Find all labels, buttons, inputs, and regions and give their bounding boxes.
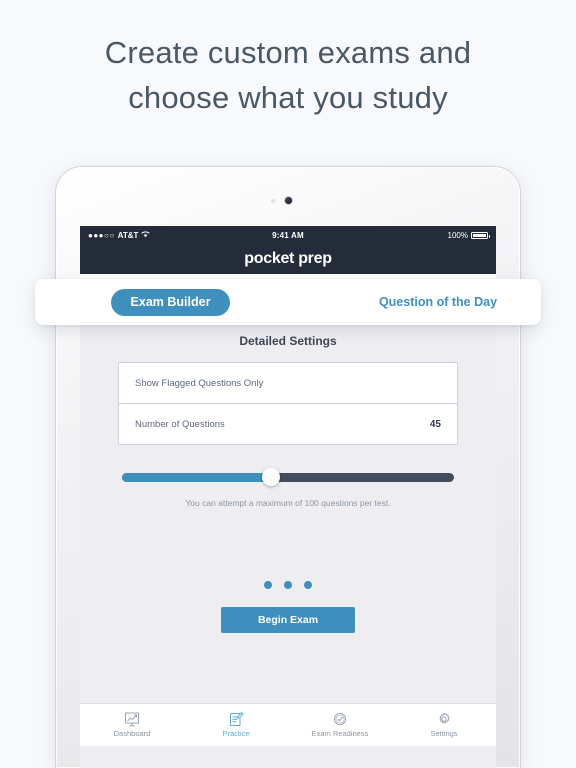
app-title: pocket prep [244, 250, 332, 267]
setting-row-flagged[interactable]: Show Flagged Questions Only [119, 363, 457, 403]
dashboard-chart-icon [124, 712, 140, 727]
setting-label: Show Flagged Questions Only [135, 377, 264, 389]
battery-full-icon [471, 231, 490, 239]
status-bar-time: 9:41 AM [272, 230, 304, 240]
setting-value: 45 [429, 418, 441, 430]
page-dot[interactable] [284, 581, 292, 589]
page-dot[interactable] [304, 581, 312, 589]
tab-label: Exam Readiness [311, 729, 369, 738]
main-content: Detailed Settings Show Flagged Questions… [80, 312, 496, 746]
slider-help-text: You can attempt a maximum of 100 questio… [160, 497, 416, 509]
slider-knob[interactable] [262, 468, 281, 486]
page-indicator-dots[interactable] [80, 581, 496, 589]
bottom-tab-bar: Dashboard Practice Exam Readiness Settin… [80, 703, 496, 746]
slider-fill [122, 473, 272, 482]
tab-settings[interactable]: Settings [392, 704, 496, 746]
tab-question-of-the-day[interactable]: Question of the Day [340, 295, 536, 309]
status-bar-right: 100% [304, 230, 490, 240]
tab-label: Practice [222, 729, 250, 738]
wifi-icon [141, 230, 151, 240]
gear-icon [436, 712, 452, 727]
setting-row-number-of-questions[interactable]: Number of Questions 45 [119, 403, 457, 444]
setting-label: Number of Questions [135, 418, 225, 430]
segmented-control-overlay: Exam Builder Question of the Day [35, 279, 541, 325]
begin-exam-button[interactable]: Begin Exam [221, 607, 355, 633]
tab-label: Settings [430, 729, 458, 738]
headline-line-1: Create custom exams and [104, 35, 472, 70]
slider-help-line-1: You can attempt a maximum of 100 [185, 498, 319, 508]
tab-exam-builder[interactable]: Exam Builder [111, 288, 230, 316]
page-headline: Create custom exams and choose what you … [0, 30, 576, 120]
tab-label: Dashboard [113, 729, 151, 738]
status-bar-left: ●●●○○ AT&T [88, 231, 272, 240]
tab-practice[interactable]: Practice [184, 704, 288, 746]
question-count-slider[interactable] [122, 468, 454, 486]
document-pencil-icon [228, 712, 244, 727]
tab-exam-readiness[interactable]: Exam Readiness [288, 704, 392, 746]
slider-help-line-2: questions per test. [321, 498, 391, 508]
headline-line-2: choose what you study [128, 80, 448, 115]
signal-dots-icon: ●●●○○ [88, 230, 115, 240]
slider-track [122, 473, 454, 482]
section-title: Detailed Settings [239, 334, 337, 348]
tab-dashboard[interactable]: Dashboard [80, 704, 184, 746]
ipad-device-frame: ●●●○○ AT&T 9:41 AM 100% pocket prep Deta… [56, 167, 520, 768]
settings-card: Show Flagged Questions Only Number of Qu… [118, 362, 458, 445]
battery-percent-label: 100% [447, 230, 468, 240]
ambient-sensor-icon [271, 199, 275, 203]
page-dot[interactable] [264, 581, 272, 589]
carrier-label: AT&T [117, 230, 139, 240]
app-navbar: pocket prep [80, 244, 496, 274]
status-bar: ●●●○○ AT&T 9:41 AM 100% [80, 226, 496, 244]
check-circle-icon [332, 712, 348, 727]
front-camera-icon [284, 197, 292, 204]
